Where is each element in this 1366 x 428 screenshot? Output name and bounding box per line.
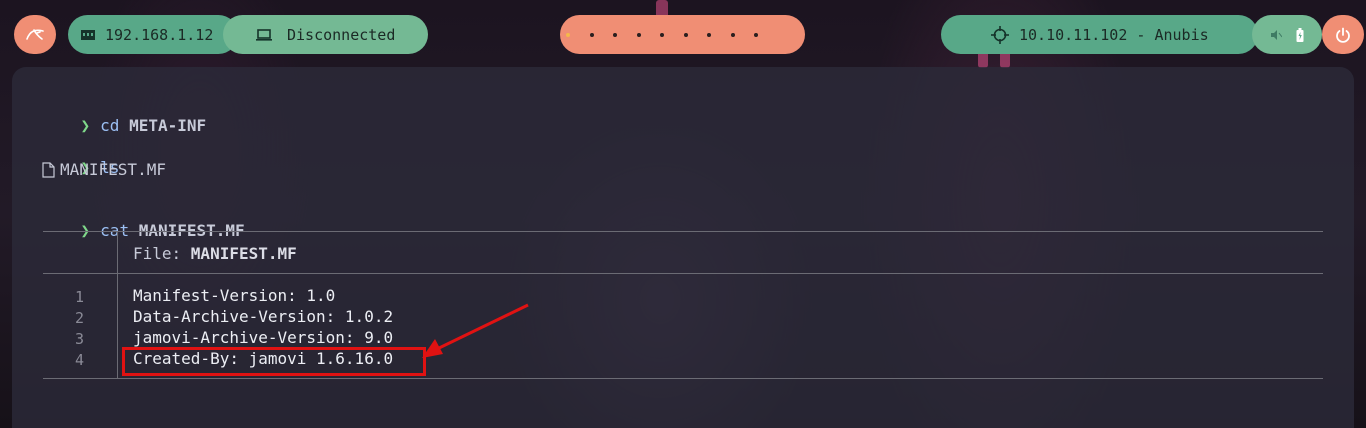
workspace-dot[interactable] bbox=[636, 32, 641, 37]
target-text: 10.10.11.102 - Anubis bbox=[1019, 25, 1209, 44]
system-status-widget[interactable] bbox=[1252, 15, 1322, 54]
workspace-dot[interactable] bbox=[754, 32, 758, 37]
crosshair-icon bbox=[991, 25, 1009, 44]
workspace-dot[interactable] bbox=[660, 32, 664, 37]
terminal-window[interactable]: ❯cd META-INF ❯ls MANIFEST.MF ❯cat MANIFE… bbox=[12, 67, 1354, 428]
power-icon bbox=[1336, 27, 1350, 43]
workspace-dot[interactable] bbox=[613, 32, 617, 37]
kali-menu-button[interactable] bbox=[14, 15, 56, 54]
workspace-dot[interactable] bbox=[730, 32, 735, 37]
workspace-switcher[interactable] bbox=[560, 15, 805, 54]
network-status-widget[interactable]: Disconnected bbox=[223, 15, 428, 54]
workspace-dot[interactable] bbox=[707, 32, 711, 37]
workspace-dot[interactable] bbox=[683, 32, 688, 37]
workspace-dot[interactable] bbox=[566, 32, 570, 37]
annotation-arrow-icon bbox=[422, 303, 529, 358]
laptop-icon bbox=[256, 28, 272, 41]
power-button[interactable] bbox=[1322, 15, 1364, 54]
ip-address-text: 192.168.1.12 bbox=[105, 25, 214, 44]
ip-address-widget[interactable]: 192.168.1.12 bbox=[68, 15, 238, 54]
workspace-dot[interactable] bbox=[589, 32, 594, 37]
network-icon bbox=[81, 29, 95, 40]
target-widget[interactable]: 10.10.11.102 - Anubis bbox=[941, 15, 1258, 54]
network-status-text: Disconnected bbox=[287, 25, 396, 44]
kali-dragon-icon bbox=[26, 28, 44, 40]
battery-icon[interactable] bbox=[1296, 27, 1304, 42]
volume-muted-icon[interactable] bbox=[1270, 29, 1282, 41]
